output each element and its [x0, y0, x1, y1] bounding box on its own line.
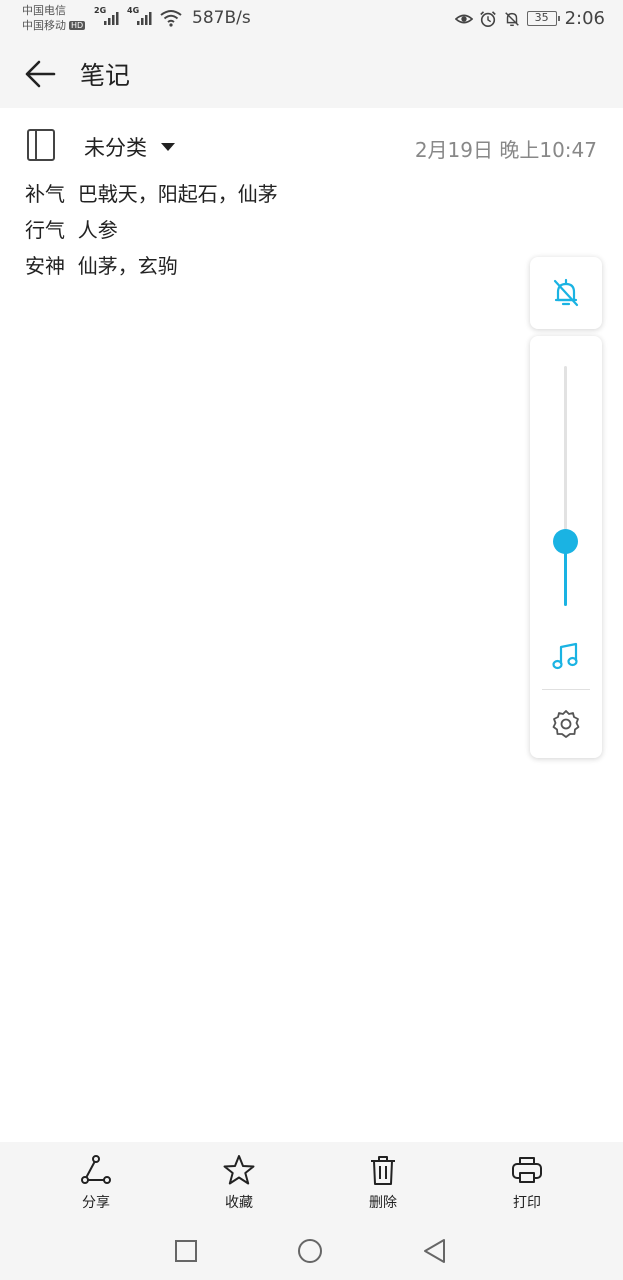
- divider: [542, 689, 590, 690]
- back-triangle-icon[interactable]: [421, 1237, 449, 1265]
- signal-1-label: 2G: [94, 6, 107, 15]
- bell-off-icon: [504, 11, 519, 26]
- favorite-label: 收藏: [225, 1195, 253, 1211]
- carrier-1: 中国电信: [22, 4, 66, 17]
- note-line: 安神 仙茅，玄驹: [25, 254, 178, 278]
- share-label: 分享: [82, 1195, 110, 1211]
- clock: 2:06: [564, 8, 605, 29]
- volume-slider[interactable]: [553, 366, 578, 606]
- share-button[interactable]: 分享: [56, 1154, 136, 1212]
- wifi-icon: [160, 10, 182, 27]
- title-bar: 笔记: [0, 36, 623, 108]
- volume-panel: [530, 336, 602, 758]
- note-content[interactable]: 补气 巴戟天，阳起石，仙茅 行气 人参 安神 仙茅，玄驹: [25, 176, 505, 284]
- back-arrow-icon[interactable]: [22, 56, 58, 92]
- alarm-icon: [479, 10, 496, 27]
- silent-mode-button[interactable]: [530, 257, 602, 329]
- status-bar: 中国电信 中国移动 HD 2G 4G 587B/s 35 2:06: [0, 0, 623, 36]
- status-icons: 35 2:06: [454, 8, 605, 29]
- bell-off-icon: [553, 278, 579, 307]
- battery-indicator: 35: [526, 11, 560, 26]
- note-line: 行气 人参: [25, 218, 118, 242]
- system-nav-bar: [0, 1222, 623, 1280]
- delete-label: 删除: [369, 1195, 397, 1211]
- gear-icon[interactable]: [550, 708, 582, 740]
- net-speed: 587B/s: [192, 8, 251, 28]
- signal-2-label: 4G: [127, 6, 140, 15]
- category-dropdown[interactable]: 未分类: [84, 132, 175, 162]
- notebook-icon: [27, 129, 55, 161]
- favorite-button[interactable]: 收藏: [199, 1154, 279, 1212]
- hd-badge: HD: [69, 21, 86, 30]
- home-circle-icon[interactable]: [296, 1237, 324, 1265]
- trash-icon: [371, 1156, 395, 1185]
- note-line: 补气 巴戟天，阳起石，仙茅: [25, 182, 278, 206]
- carrier-info: 中国电信 中国移动 HD: [22, 3, 86, 33]
- share-icon: [81, 1155, 111, 1184]
- delete-button[interactable]: 删除: [343, 1154, 423, 1212]
- carrier-2: 中国移动: [22, 19, 66, 32]
- bottom-toolbar: 分享 收藏 删除 打印: [0, 1142, 623, 1222]
- printer-icon: [512, 1157, 542, 1183]
- music-note-icon[interactable]: [550, 640, 582, 672]
- note-timestamp: 2月19日 晚上10:47: [414, 138, 597, 162]
- recents-square-icon[interactable]: [172, 1237, 200, 1265]
- page-title: 笔记: [80, 61, 131, 90]
- signal-icon-2: 4G: [127, 6, 155, 27]
- print-button[interactable]: 打印: [487, 1154, 567, 1212]
- volume-thumb[interactable]: [553, 529, 578, 554]
- note-meta-row: 未分类 2月19日 晚上10:47: [0, 108, 623, 184]
- eye-icon: [454, 14, 473, 23]
- print-label: 打印: [513, 1195, 541, 1211]
- signal-icon: 2G: [94, 6, 122, 27]
- category-label: 未分类: [84, 136, 147, 160]
- dropdown-caret-icon: [161, 143, 175, 151]
- star-icon: [223, 1155, 255, 1185]
